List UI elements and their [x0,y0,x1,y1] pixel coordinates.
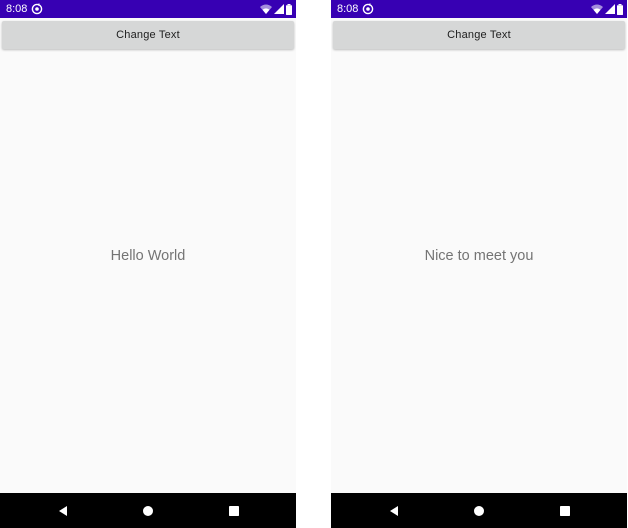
nav-back-icon [59,506,67,516]
wifi-icon [260,4,272,14]
nav-home-button[interactable] [138,501,158,521]
cell-signal-icon [605,4,615,14]
nav-back-button[interactable] [53,501,73,521]
status-time: 8:08 [6,3,28,15]
nav-recents-icon [229,506,239,516]
status-bar: 8:08 [0,0,296,18]
nav-recents-icon [560,506,570,516]
nav-back-button[interactable] [384,501,404,521]
sync-status-icon [362,3,374,15]
navigation-bar [331,493,627,528]
nav-home-button[interactable] [469,501,489,521]
phone-screen-after: 8:08 Change Text Nice to meet you [331,0,627,528]
cell-signal-icon [274,4,284,14]
wifi-icon [591,4,603,14]
change-text-button[interactable]: Change Text [333,21,625,49]
phone-screen-before: 8:08 Change Text Hello World [0,0,296,528]
navigation-bar [0,493,296,528]
message-text: Hello World [110,248,186,264]
nav-home-icon [474,506,484,516]
change-text-button[interactable]: Change Text [2,21,294,49]
battery-icon [286,3,292,15]
nav-recents-button[interactable] [555,501,575,521]
nav-back-icon [390,506,398,516]
battery-icon [617,3,623,15]
status-indicators [260,3,292,15]
sync-status-icon [31,3,43,15]
content-area: Hello World [0,52,296,493]
content-area: Nice to meet you [331,52,627,493]
message-text: Nice to meet you [424,248,534,264]
status-bar: 8:08 [331,0,627,18]
status-indicators [591,3,623,15]
nav-home-icon [143,506,153,516]
screenshot-stage: 8:08 Change Text Hello World 8:08 Change… [0,0,628,528]
nav-recents-button[interactable] [224,501,244,521]
status-time: 8:08 [337,3,359,15]
